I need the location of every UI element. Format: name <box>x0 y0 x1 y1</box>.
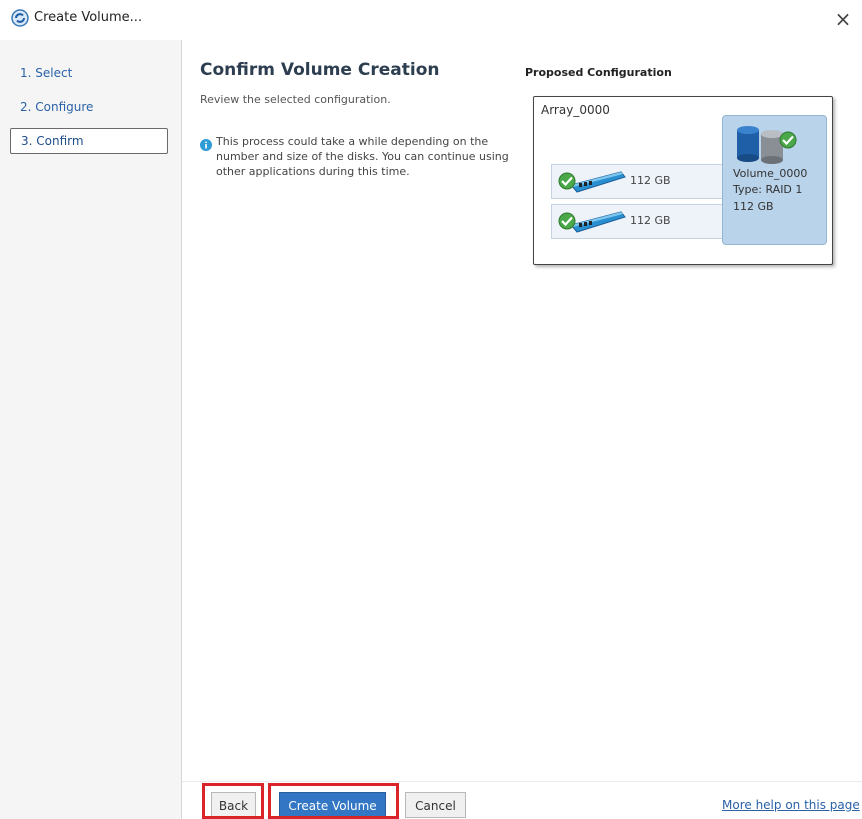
cancel-button[interactable]: Cancel <box>405 792 466 818</box>
step-select[interactable]: 1. Select <box>20 66 72 80</box>
volume-name: Volume_0000 <box>733 167 808 180</box>
array-name: Array_0000 <box>541 103 610 117</box>
wizard-steps-sidebar <box>0 40 182 819</box>
proposed-config-heading: Proposed Configuration <box>525 66 672 79</box>
step-confirm[interactable]: 3. Confirm <box>10 128 168 154</box>
disk-size: 112 GB <box>630 174 671 187</box>
volume-size: 112 GB <box>733 200 774 213</box>
volume-type: Type: RAID 1 <box>733 183 803 196</box>
disk-row: 112 GB <box>551 164 728 199</box>
disk-row: 112 GB <box>551 204 728 239</box>
ssd-check-icon <box>557 169 627 199</box>
step-configure[interactable]: 2. Configure <box>20 100 93 114</box>
page-title: Confirm Volume Creation <box>200 60 440 80</box>
volume-check-icon <box>733 124 803 168</box>
info-icon <box>200 136 212 151</box>
info-text: This process could take a while dependin… <box>216 135 509 178</box>
help-link[interactable]: More help on this page <box>722 798 860 812</box>
page-subtitle: Review the selected configuration. <box>200 93 391 106</box>
footer-divider <box>182 781 862 782</box>
volume-panel: Volume_0000 Type: RAID 1 112 GB <box>722 115 827 245</box>
app-icon <box>11 9 29 27</box>
title-bar: Create Volume... × <box>0 0 862 40</box>
window-title: Create Volume... <box>34 10 143 25</box>
disk-size: 112 GB <box>630 214 671 227</box>
create-volume-button[interactable]: Create Volume <box>279 792 386 818</box>
close-icon[interactable]: × <box>830 6 856 32</box>
ssd-check-icon <box>557 209 627 239</box>
back-button[interactable]: Back <box>211 792 256 818</box>
